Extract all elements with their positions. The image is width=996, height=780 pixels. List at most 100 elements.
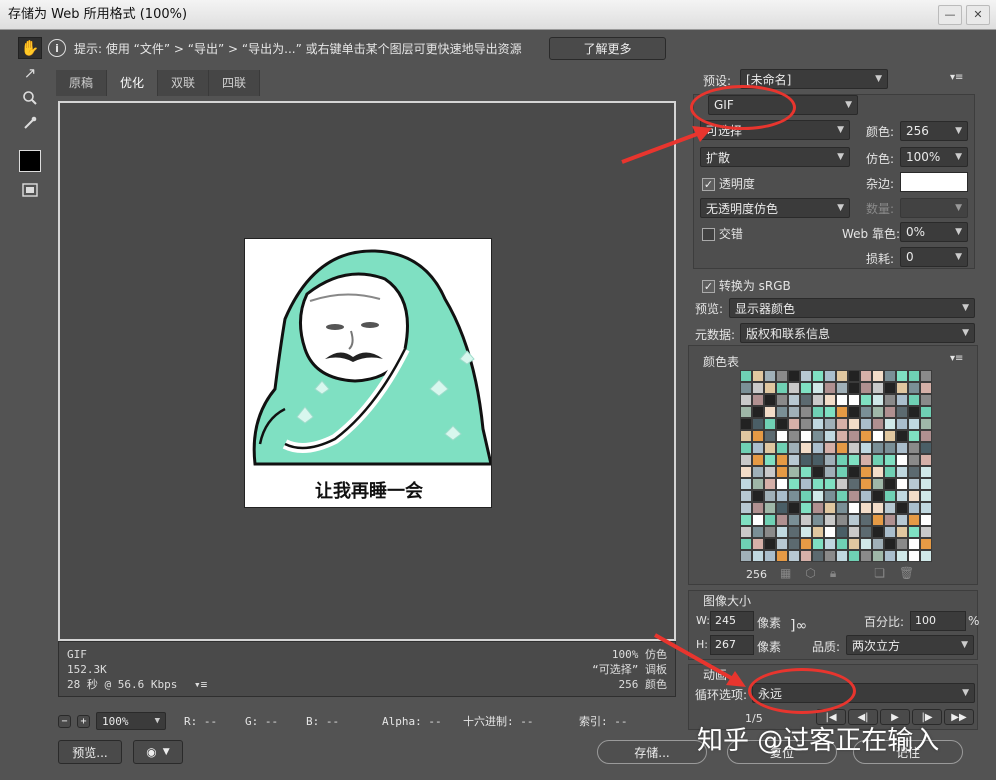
preview-browser-button[interactable]: 预览... [58,740,122,764]
color-swatch[interactable] [920,502,932,514]
color-swatch[interactable] [908,382,920,394]
color-swatch[interactable] [872,394,884,406]
color-swatch[interactable] [920,406,932,418]
color-swatch[interactable] [740,454,752,466]
color-swatch[interactable] [740,370,752,382]
color-swatch[interactable] [896,418,908,430]
tab-original[interactable]: 原稿 [56,70,108,96]
color-swatch[interactable] [800,502,812,514]
color-swatch[interactable] [908,442,920,454]
color-swatch[interactable] [740,526,752,538]
color-swatch[interactable] [824,454,836,466]
color-swatch[interactable] [800,550,812,562]
learn-more-button[interactable]: 了解更多 [549,37,666,60]
color-swatch[interactable] [824,418,836,430]
color-swatch[interactable] [884,382,896,394]
color-swatch[interactable] [764,502,776,514]
color-swatch[interactable] [884,406,896,418]
color-swatch[interactable] [752,418,764,430]
color-swatch[interactable] [860,406,872,418]
color-swatch[interactable] [920,514,932,526]
color-swatch[interactable] [788,382,800,394]
color-swatch[interactable] [752,514,764,526]
last-frame-icon[interactable]: ▶▶ [944,709,974,725]
color-swatch[interactable] [872,538,884,550]
color-swatch[interactable] [812,394,824,406]
color-swatch[interactable] [824,526,836,538]
color-swatch[interactable] [764,454,776,466]
color-swatch[interactable] [776,490,788,502]
color-swatch[interactable] [848,538,860,550]
color-swatch[interactable] [752,382,764,394]
color-swatch[interactable] [764,418,776,430]
color-swatch[interactable] [884,538,896,550]
color-swatch[interactable] [776,466,788,478]
color-swatch[interactable] [920,478,932,490]
color-swatch[interactable] [740,478,752,490]
lossy-field[interactable]: 0 ▼ [900,247,968,267]
color-swatch[interactable] [920,550,932,562]
color-swatch[interactable] [788,454,800,466]
color-swatch[interactable] [860,382,872,394]
color-swatch[interactable] [764,526,776,538]
color-swatch[interactable] [896,490,908,502]
color-swatch[interactable] [824,514,836,526]
color-swatch[interactable] [764,550,776,562]
color-swatch[interactable] [860,466,872,478]
color-swatch[interactable] [836,406,848,418]
color-swatch[interactable] [740,514,752,526]
color-swatch[interactable] [860,370,872,382]
color-swatch[interactable] [896,478,908,490]
color-swatch[interactable] [848,430,860,442]
close-button[interactable]: ✕ [966,5,990,25]
color-swatch[interactable] [896,430,908,442]
color-swatch[interactable] [740,442,752,454]
color-swatch[interactable] [848,406,860,418]
color-swatch[interactable] [920,454,932,466]
color-swatch[interactable] [908,454,920,466]
color-swatch[interactable] [836,514,848,526]
color-swatch[interactable] [740,550,752,562]
color-swatch[interactable] [884,490,896,502]
color-swatch[interactable] [764,478,776,490]
interlaced-checkbox[interactable]: 交错 [702,225,743,242]
color-swatch[interactable] [788,490,800,502]
color-swatch[interactable] [776,502,788,514]
color-swatch[interactable] [812,430,824,442]
color-swatch[interactable] [836,442,848,454]
color-swatch[interactable] [740,502,752,514]
color-swatch[interactable] [788,370,800,382]
color-swatch[interactable] [764,394,776,406]
color-swatch[interactable] [920,538,932,550]
zoom-out-icon[interactable]: − [58,714,71,728]
matte-color-select[interactable] [900,172,968,192]
color-swatch[interactable] [872,514,884,526]
color-swatch[interactable] [896,538,908,550]
color-swatch[interactable] [752,370,764,382]
color-swatch[interactable] [752,550,764,562]
metadata-select[interactable]: 版权和联系信息 ▼ [740,323,975,343]
color-swatch[interactable] [800,442,812,454]
color-swatch[interactable] [896,406,908,418]
color-swatch[interactable] [884,442,896,454]
color-swatch[interactable] [848,490,860,502]
color-swatch[interactable] [752,394,764,406]
color-swatch[interactable] [908,514,920,526]
color-swatch[interactable] [800,418,812,430]
color-swatch[interactable] [836,418,848,430]
color-swatch[interactable] [764,466,776,478]
color-swatch[interactable] [776,370,788,382]
color-swatch[interactable] [872,442,884,454]
color-swatch[interactable] [764,382,776,394]
color-swatch[interactable] [908,394,920,406]
color-swatch[interactable] [848,418,860,430]
color-swatch[interactable] [812,466,824,478]
color-swatch[interactable] [740,538,752,550]
color-swatch[interactable] [896,514,908,526]
color-swatch[interactable] [776,430,788,442]
color-swatch[interactable] [884,502,896,514]
color-swatch[interactable] [920,490,932,502]
color-swatch[interactable] [800,394,812,406]
color-swatch[interactable] [836,526,848,538]
color-swatch[interactable] [788,442,800,454]
